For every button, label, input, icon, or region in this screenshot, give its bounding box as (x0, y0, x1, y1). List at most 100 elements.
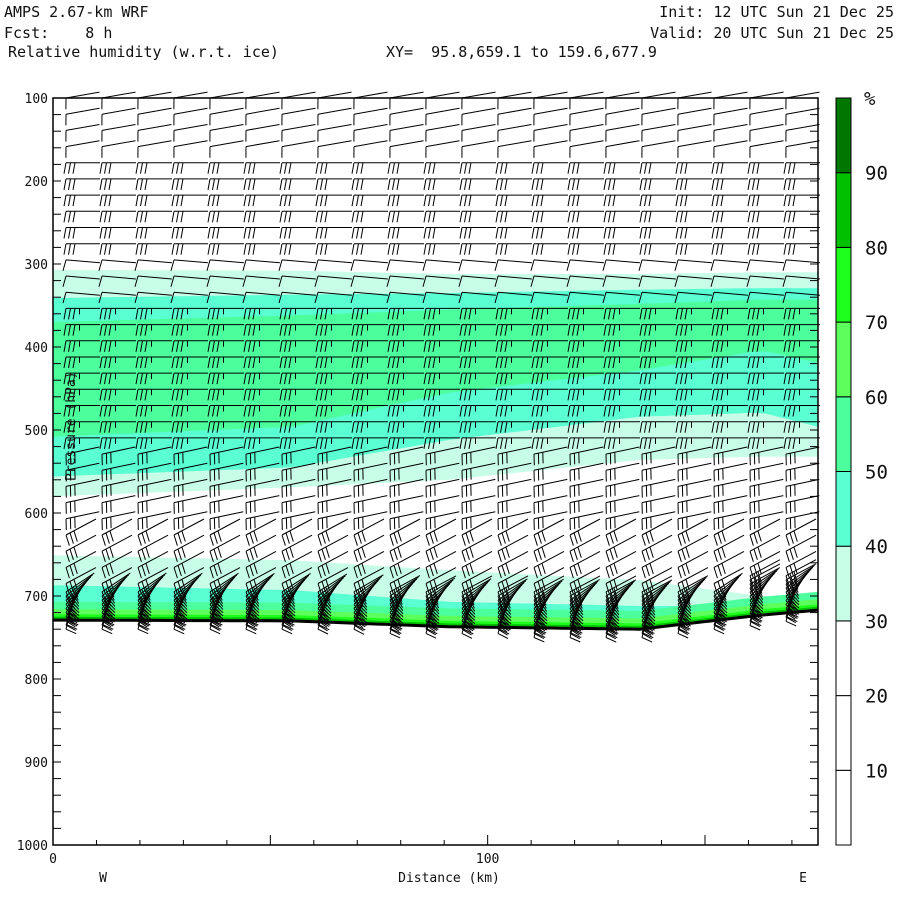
wind-barb (749, 107, 784, 126)
wind-barb (387, 227, 424, 239)
wind-barb (99, 162, 136, 174)
wind-barb (747, 227, 784, 239)
wind-barb (65, 124, 100, 142)
wind-barb (207, 194, 244, 207)
wind-barb (351, 194, 388, 207)
colorbar-unit: % (864, 88, 876, 110)
wind-barb (425, 534, 457, 563)
wind-barb (279, 210, 316, 223)
wind-barb (353, 91, 388, 110)
colorbar-swatch-0 (835, 769, 852, 846)
wind-barb (423, 178, 460, 190)
wind-barb (207, 227, 244, 239)
wind-barb (63, 243, 100, 255)
wind-barb (533, 550, 565, 579)
wind-barb (605, 478, 640, 498)
wind-barb (675, 162, 712, 174)
wind-barb (675, 243, 712, 255)
wind-barb (749, 124, 784, 142)
wind-barb (389, 140, 424, 158)
wind-barb (531, 162, 568, 174)
wind-barb (315, 178, 352, 190)
wind-barb (65, 91, 100, 110)
wind-barb (243, 178, 280, 190)
wind-barb (785, 462, 820, 482)
wind-barb (171, 178, 208, 190)
wind-barb (711, 227, 748, 239)
wind-barb (497, 91, 532, 110)
wind-barb (315, 162, 352, 174)
wind-barb (389, 495, 424, 514)
wind-barb (137, 511, 172, 531)
wind-barb (749, 511, 784, 531)
wind-barb (711, 210, 748, 223)
wind-barb (278, 259, 316, 271)
wind-barb (713, 511, 748, 531)
wind-barb (605, 107, 640, 126)
wind-barb (677, 511, 712, 531)
wind-barb (641, 91, 676, 110)
wind-barb (603, 162, 640, 174)
x-tick-label: 0 (49, 852, 57, 867)
wind-barb (317, 140, 352, 158)
wind-barb (389, 511, 424, 531)
colorbar-label: 70 (865, 312, 888, 334)
wind-barb (749, 91, 784, 110)
wind-barb (533, 511, 568, 531)
wind-barb (603, 227, 640, 239)
west-label: W (99, 871, 107, 886)
wind-barb (641, 107, 676, 126)
wind-barb (315, 194, 352, 207)
east-label: E (799, 871, 807, 886)
wind-barb (351, 162, 388, 174)
wind-barb (533, 107, 568, 126)
wind-barb (135, 227, 172, 239)
colorbar-swatch-40 (835, 471, 852, 547)
wind-barb (171, 194, 208, 207)
wind-barb (207, 162, 244, 174)
wind-barb (713, 124, 748, 142)
colorbar-label: 10 (865, 760, 888, 782)
wind-barb (785, 140, 820, 158)
wind-barb (63, 210, 100, 223)
wind-barb (639, 210, 676, 223)
wind-barb (209, 107, 244, 126)
wind-barb (783, 210, 820, 223)
wind-barb (353, 495, 388, 514)
wind-barb (170, 259, 208, 271)
wind-barb (495, 227, 532, 239)
wind-barb (602, 259, 640, 271)
wind-barb (245, 107, 280, 126)
wind-barb (315, 210, 352, 223)
wind-barb (713, 478, 748, 498)
wind-barb (711, 162, 748, 174)
wind-barb (99, 178, 136, 190)
wind-barb (461, 511, 496, 531)
wind-barb (425, 478, 460, 498)
wind-barb (785, 124, 820, 142)
wind-barb (605, 550, 637, 579)
wind-barb (458, 259, 496, 271)
wind-barb (569, 495, 604, 514)
wind-barb (353, 124, 388, 142)
wind-barb (101, 91, 136, 110)
wind-barb (603, 210, 640, 223)
wind-barb (605, 140, 640, 158)
colorbar-swatch-10 (835, 695, 852, 771)
colorbar-swatch-50 (835, 396, 852, 472)
wind-barb (531, 210, 568, 223)
wind-barb (677, 550, 709, 579)
xy-range: XY= 95.8,659.1 to 159.6,677.9 (386, 43, 657, 61)
wind-barb (459, 243, 496, 255)
wind-barb (65, 511, 100, 531)
wind-barb (387, 243, 424, 255)
wind-barb (425, 124, 460, 142)
wind-barb (785, 107, 820, 126)
wind-barb (99, 243, 136, 255)
x-axis-label: Distance (km) (398, 871, 500, 886)
wind-barb (387, 178, 424, 190)
wind-barb (710, 259, 748, 271)
valid-time: Valid: 20 UTC Sun 21 Dec 25 (650, 24, 894, 42)
wind-barb (459, 162, 496, 174)
wind-barb (207, 243, 244, 255)
